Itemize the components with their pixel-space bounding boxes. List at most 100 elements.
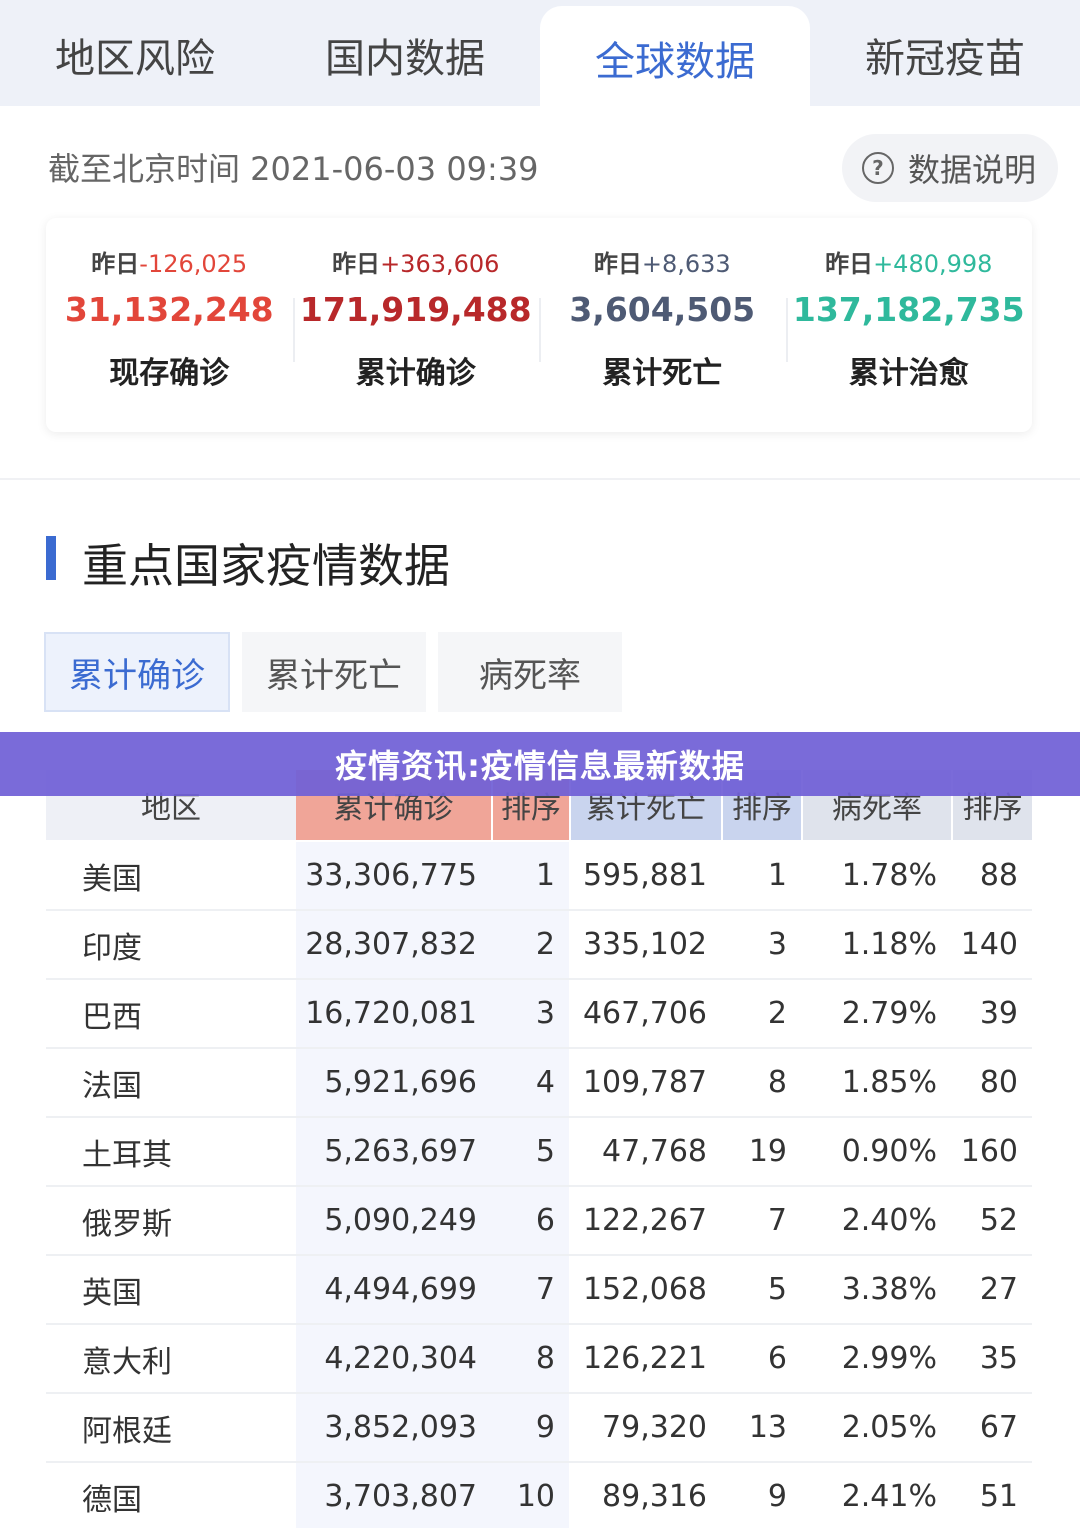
table-row[interactable]: 土耳其 5,263,697 5 47,768 19 0.90% 160 — [46, 1118, 1032, 1187]
cell-region: 法国 — [82, 1068, 142, 1104]
cell-rate-rank: 67 — [979, 1410, 1018, 1445]
cell-total-deaths: 595,881 — [582, 858, 707, 893]
stat-delta: -126,025 — [139, 250, 248, 278]
cell-region: 英国 — [82, 1275, 142, 1311]
cell-rate-rank: 80 — [979, 1065, 1018, 1100]
table-row[interactable]: 英国 4,494,699 7 152,068 5 3.38% 27 — [46, 1256, 1032, 1325]
cell-deaths-rank: 6 — [767, 1341, 787, 1376]
stat-yesterday: 昨日+480,998 — [825, 250, 993, 278]
cell-total-deaths: 152,068 — [582, 1272, 707, 1307]
cell-rate-rank: 51 — [979, 1479, 1018, 1514]
cell-region: 美国 — [82, 861, 142, 897]
stat-value: 137,182,735 — [792, 290, 1025, 329]
stat-value: 31,132,248 — [64, 290, 274, 329]
stat-label: 累计治愈 — [848, 356, 969, 391]
cell-total-deaths: 335,102 — [582, 927, 707, 962]
cell-confirmed-rank: 5 — [491, 1118, 569, 1185]
cell-total-deaths: 122,267 — [582, 1203, 707, 1238]
cell-deaths-rank: 19 — [748, 1134, 787, 1169]
cell-confirmed-rank: 7 — [491, 1256, 569, 1323]
table-row[interactable]: 巴西 16,720,081 3 467,706 2 2.79% 39 — [46, 980, 1032, 1049]
cell-total-confirmed: 5,263,697 — [296, 1118, 491, 1185]
stat-total-confirmed: 昨日+363,606 171,919,488 累计确诊 — [292, 218, 540, 432]
cell-fatality-rate: 2.40% — [841, 1203, 937, 1238]
tab-global-data[interactable]: 全球数据 — [540, 6, 810, 106]
section-title: 重点国家疫情数据 — [82, 539, 450, 593]
cell-fatality-rate: 2.05% — [841, 1410, 937, 1445]
table-row[interactable]: 俄罗斯 5,090,249 6 122,267 7 2.40% 52 — [46, 1187, 1032, 1256]
data-note-button[interactable]: ? 数据说明 — [841, 134, 1058, 202]
cell-total-confirmed: 3,852,093 — [296, 1394, 491, 1461]
stat-current-confirmed: 昨日-126,025 31,132,248 现存确诊 — [46, 218, 293, 432]
cell-total-confirmed: 28,307,832 — [296, 911, 491, 978]
cell-rate-rank: 35 — [979, 1341, 1018, 1376]
cell-region: 印度 — [82, 930, 142, 966]
cell-total-confirmed: 33,306,775 — [296, 842, 491, 909]
timestamp-row: 截至北京时间 2021-06-03 09:39 ? 数据说明 — [0, 106, 1080, 216]
update-timestamp: 截至北京时间 2021-06-03 09:39 — [48, 150, 539, 188]
cell-fatality-rate: 3.38% — [841, 1272, 937, 1307]
tab-vaccine[interactable]: 新冠疫苗 — [810, 0, 1080, 106]
cell-confirmed-rank: 4 — [491, 1049, 569, 1116]
cell-fatality-rate: 1.18% — [841, 927, 937, 962]
cell-confirmed-rank: 10 — [491, 1463, 569, 1528]
cell-total-confirmed: 3,703,807 — [296, 1463, 491, 1528]
stat-total-recovered: 昨日+480,998 137,182,735 累计治愈 — [785, 218, 1033, 432]
cell-deaths-rank: 3 — [767, 927, 787, 962]
cell-total-deaths: 89,316 — [602, 1479, 707, 1514]
cell-deaths-rank: 8 — [767, 1065, 787, 1100]
cell-total-confirmed: 5,090,249 — [296, 1187, 491, 1254]
cell-region: 德国 — [82, 1482, 142, 1518]
cell-fatality-rate: 0.90% — [841, 1134, 937, 1169]
section-accent-bar — [46, 536, 56, 580]
table-row[interactable]: 印度 28,307,832 2 335,102 3 1.18% 140 — [46, 911, 1032, 980]
cell-deaths-rank: 2 — [767, 996, 787, 1031]
stat-label: 累计确诊 — [355, 356, 476, 391]
cell-total-deaths: 109,787 — [582, 1065, 707, 1100]
cell-deaths-rank: 5 — [767, 1272, 787, 1307]
top-tab-bar: 地区风险 国内数据 全球数据 新冠疫苗 — [0, 0, 1080, 106]
subtab-total-confirmed[interactable]: 累计确诊 — [44, 632, 230, 712]
cell-total-confirmed: 5,921,696 — [296, 1049, 491, 1116]
cell-total-deaths: 126,221 — [582, 1341, 707, 1376]
stat-delta: +480,998 — [873, 250, 993, 278]
stat-value: 3,604,505 — [569, 290, 756, 329]
stat-label: 现存确诊 — [109, 356, 230, 391]
cell-deaths-rank: 1 — [767, 858, 787, 893]
data-note-label: 数据说明 — [907, 151, 1036, 189]
subtab-fatality-rate[interactable]: 病死率 — [438, 632, 622, 712]
table-row[interactable]: 美国 33,306,775 1 595,881 1 1.78% 88 — [46, 842, 1032, 911]
cell-total-confirmed: 4,220,304 — [296, 1325, 491, 1392]
stat-delta: +8,633 — [641, 250, 731, 278]
cell-region: 巴西 — [82, 999, 142, 1035]
cell-confirmed-rank: 1 — [491, 842, 569, 909]
stat-label: 累计死亡 — [602, 356, 723, 391]
cell-fatality-rate: 2.41% — [841, 1479, 937, 1514]
cell-fatality-rate: 2.79% — [841, 996, 937, 1031]
cell-confirmed-rank: 6 — [491, 1187, 569, 1254]
tab-domestic-data[interactable]: 国内数据 — [270, 0, 540, 106]
table-row[interactable]: 德国 3,703,807 10 89,316 9 2.41% 51 — [46, 1463, 1032, 1528]
cell-total-deaths: 47,768 — [602, 1134, 707, 1169]
cell-fatality-rate: 1.78% — [841, 858, 937, 893]
subtab-total-deaths[interactable]: 累计死亡 — [242, 632, 426, 712]
cell-total-confirmed: 4,494,699 — [296, 1256, 491, 1323]
table-row[interactable]: 法国 5,921,696 4 109,787 8 1.85% 80 — [46, 1049, 1032, 1118]
question-icon: ? — [861, 152, 894, 184]
cell-confirmed-rank: 2 — [491, 911, 569, 978]
cell-rate-rank: 140 — [960, 927, 1018, 962]
table-row[interactable]: 阿根廷 3,852,093 9 79,320 13 2.05% 67 — [46, 1394, 1032, 1463]
cell-deaths-rank: 9 — [767, 1479, 787, 1514]
cell-deaths-rank: 13 — [748, 1410, 787, 1445]
cell-confirmed-rank: 9 — [491, 1394, 569, 1461]
cell-region: 俄罗斯 — [82, 1206, 172, 1242]
tab-region-risk[interactable]: 地区风险 — [0, 0, 270, 106]
cell-rate-rank: 160 — [960, 1134, 1018, 1169]
cell-fatality-rate: 1.85% — [841, 1065, 937, 1100]
table-row[interactable]: 意大利 4,220,304 8 126,221 6 2.99% 35 — [46, 1325, 1032, 1394]
cell-fatality-rate: 2.99% — [841, 1341, 937, 1376]
summary-stats-card: 昨日-126,025 31,132,248 现存确诊 昨日+363,606 17… — [46, 218, 1032, 432]
cell-region: 意大利 — [82, 1344, 172, 1380]
cell-total-confirmed: 16,720,081 — [296, 980, 491, 1047]
cell-rate-rank: 39 — [979, 996, 1018, 1031]
